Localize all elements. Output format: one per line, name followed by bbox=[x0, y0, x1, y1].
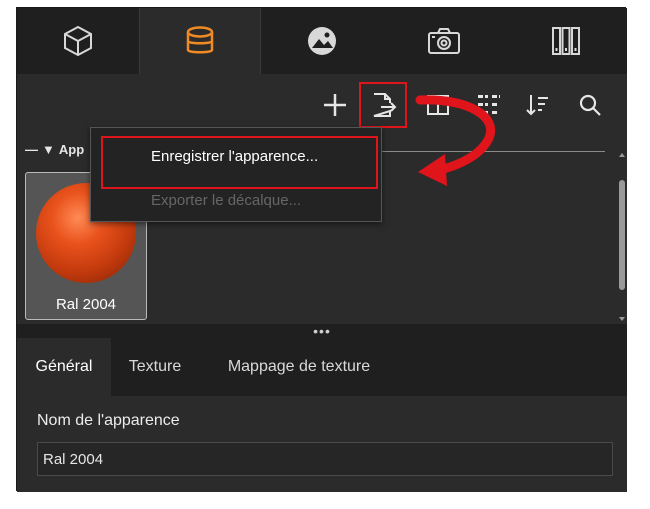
panel-icon bbox=[427, 95, 449, 115]
bottom-tab-bar: Général Texture Mappage de texture bbox=[17, 338, 627, 396]
appearance-name-input[interactable] bbox=[37, 442, 613, 476]
tab-model[interactable] bbox=[17, 8, 139, 74]
sort-button[interactable] bbox=[521, 88, 555, 122]
sort-icon bbox=[526, 95, 548, 116]
search-icon bbox=[579, 94, 601, 116]
library-group-title: App bbox=[58, 142, 85, 157]
library-icon bbox=[552, 27, 580, 55]
export-button-highlight bbox=[359, 82, 407, 128]
grid-view-icon bbox=[478, 95, 500, 114]
tab-appearances[interactable] bbox=[139, 8, 261, 74]
scroll-up-icon bbox=[619, 153, 625, 157]
collapse-line-icon: — bbox=[25, 142, 38, 157]
camera-icon bbox=[428, 28, 460, 54]
tab-environment[interactable] bbox=[261, 8, 383, 74]
menu-item-export-decal[interactable]: Exporter le décalque... bbox=[151, 192, 301, 209]
scroll-thumb[interactable] bbox=[619, 180, 625, 290]
library-scrollbar[interactable] bbox=[619, 152, 625, 322]
library-group-header[interactable]: — ▼ App bbox=[25, 142, 84, 157]
save-appearance-highlight bbox=[101, 136, 378, 189]
appearance-panel: — ▼ App Ral 2004 ••• Général Texture Map… bbox=[16, 7, 627, 492]
tab-camera[interactable] bbox=[383, 8, 505, 74]
scroll-down-icon bbox=[619, 317, 625, 321]
tab-texture-mapping[interactable]: Mappage de texture bbox=[203, 338, 395, 396]
database-icon bbox=[186, 26, 214, 54]
grid-view-button[interactable] bbox=[471, 88, 505, 122]
appearance-name-label: Nom de l'apparence bbox=[37, 412, 180, 429]
image-icon bbox=[308, 27, 336, 55]
add-icon bbox=[324, 94, 346, 116]
panel-splitter[interactable]: ••• bbox=[17, 323, 627, 339]
top-tab-bar bbox=[17, 8, 627, 74]
tab-library[interactable] bbox=[505, 8, 627, 74]
panel-button[interactable] bbox=[421, 88, 455, 122]
add-button[interactable] bbox=[318, 88, 352, 122]
tab-texture[interactable]: Texture bbox=[113, 338, 197, 396]
material-swatch-label: Ral 2004 bbox=[55, 296, 117, 313]
chevron-down-icon: ▼ bbox=[42, 142, 55, 157]
cube-icon bbox=[64, 25, 92, 57]
general-properties: Nom de l'apparence bbox=[17, 396, 627, 492]
search-button[interactable] bbox=[573, 88, 607, 122]
tab-general[interactable]: Général bbox=[17, 338, 111, 396]
